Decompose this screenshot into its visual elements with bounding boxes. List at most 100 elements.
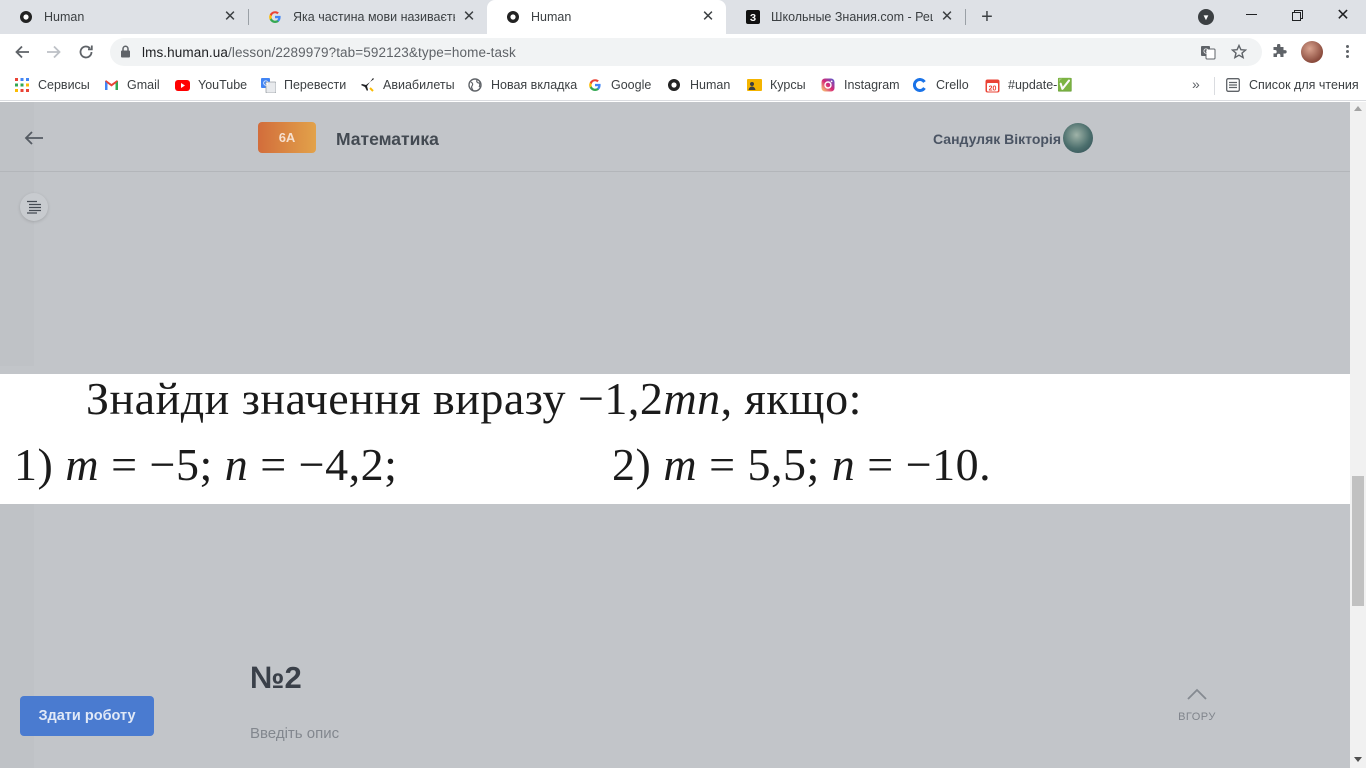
scroll-to-top-button[interactable]: ВГОРУ xyxy=(1172,687,1222,723)
google-icon xyxy=(267,9,283,25)
reading-list-button[interactable]: Список для чтения xyxy=(1225,76,1359,94)
reading-list-icon xyxy=(1225,77,1241,93)
class-badge: 6А xyxy=(258,122,316,153)
avatar[interactable] xyxy=(1063,123,1093,153)
bookmarks-bar: Сервисы Gmail YouTube G Перевести Авиаби… xyxy=(0,70,1366,101)
arrow-left-icon[interactable] xyxy=(24,130,44,151)
browser-toolbar: lms.human.ua/lesson/2289979?tab=592123&t… xyxy=(0,34,1366,70)
calendar-icon: 20 xyxy=(984,77,1000,93)
bookmark-gmail[interactable]: Gmail xyxy=(103,76,160,94)
scrollbar-thumb[interactable] xyxy=(1352,476,1364,606)
submit-work-button[interactable]: Здати роботу xyxy=(20,696,154,736)
bookmark-label: Google xyxy=(611,78,652,92)
bookmark-translate[interactable]: G Перевести xyxy=(260,76,346,94)
tab-human-1[interactable]: Human ✕ xyxy=(0,0,248,34)
close-icon[interactable]: ✕ xyxy=(461,9,477,25)
bookmark-label: Сервисы xyxy=(38,78,90,92)
globe-icon xyxy=(467,77,483,93)
human-icon xyxy=(666,77,682,93)
bookmark-label: Human xyxy=(690,78,731,92)
problem-image-overlay: Знайди значення виразу −1,2mn, якщо: 1) … xyxy=(0,366,1350,504)
bookmark-label: #update-✅ xyxy=(1008,77,1073,92)
tab-human-active[interactable]: Human ✕ xyxy=(487,0,726,34)
profile-avatar[interactable] xyxy=(1301,41,1323,63)
bookmark-crello[interactable]: Crello xyxy=(912,76,969,94)
task-description-placeholder[interactable]: Введіть опис xyxy=(250,725,339,742)
minimize-button[interactable] xyxy=(1228,0,1274,30)
subject-title: Математика xyxy=(336,129,439,149)
tab-google-search[interactable]: Яка частина мови називається ч ✕ xyxy=(249,0,487,34)
lock-icon[interactable] xyxy=(120,45,131,63)
extensions-puzzle-icon[interactable] xyxy=(1270,43,1288,61)
tab-znanija[interactable]: З Школьные Знания.com - Решае ✕ xyxy=(727,0,965,34)
bookmark-label: Перевести xyxy=(284,78,347,92)
znanija-icon: З xyxy=(745,9,761,25)
url-path: /lesson/2289979?tab=592123&type=home-tas… xyxy=(228,45,516,60)
youtube-icon xyxy=(174,77,190,93)
more-menu-icon[interactable] xyxy=(1338,43,1356,61)
google-icon xyxy=(587,77,603,93)
tab-title: Human xyxy=(531,10,572,24)
close-window-button[interactable]: ✕ xyxy=(1320,0,1366,30)
outline-toggle-button[interactable] xyxy=(20,193,48,221)
bookmark-label: Новая вкладка xyxy=(491,78,578,92)
bookmark-services[interactable]: Сервисы xyxy=(14,76,90,94)
bookmark-courses[interactable]: Курсы xyxy=(746,76,806,94)
value-m: = 5,5; xyxy=(697,439,832,490)
close-icon[interactable]: ✕ xyxy=(222,9,238,25)
problem-text: , якщо: xyxy=(720,373,862,424)
new-tab-button[interactable]: + xyxy=(976,6,998,28)
translate-icon: G xyxy=(260,77,276,93)
courses-icon xyxy=(746,77,762,93)
gmail-icon xyxy=(103,77,119,93)
human-icon xyxy=(505,9,521,25)
close-icon[interactable]: ✕ xyxy=(700,9,716,25)
list-lines-icon xyxy=(27,200,41,214)
back-button[interactable] xyxy=(10,40,34,64)
close-icon[interactable]: ✕ xyxy=(939,9,955,25)
scroll-to-top-label: ВГОРУ xyxy=(1178,711,1216,723)
user-name[interactable]: Сандуляк Вікторія xyxy=(933,131,1061,147)
reload-icon xyxy=(79,45,93,59)
bookmark-new-tab[interactable]: Новая вкладка xyxy=(467,76,577,94)
variable-m: m xyxy=(663,439,698,490)
bookmark-google[interactable]: Google xyxy=(587,76,651,94)
variable-n: n xyxy=(831,439,856,490)
problem-statement: Знайди значення виразу −1,2mn, якщо: xyxy=(86,372,862,425)
problem-text: Знайди значення виразу −1,2 xyxy=(86,373,664,424)
star-bookmark-icon[interactable] xyxy=(1231,44,1247,60)
bookmark-human[interactable]: Human xyxy=(666,76,730,94)
bookmarks-overflow-icon[interactable]: » xyxy=(1192,76,1200,92)
bookmark-label: Instagram xyxy=(844,78,900,92)
lesson-header: 6А Математика Сандуляк Вікторія xyxy=(0,102,1350,172)
value-m: = −5; xyxy=(99,439,225,490)
svg-text:20: 20 xyxy=(988,85,996,92)
part-number: 1) xyxy=(14,439,66,490)
value-n: = −10. xyxy=(855,439,992,490)
bookmark-youtube[interactable]: YouTube xyxy=(174,76,247,94)
svg-text:G: G xyxy=(263,80,268,87)
bookmark-instagram[interactable]: Instagram xyxy=(820,76,900,94)
reading-list-label: Список для чтения xyxy=(1249,78,1359,92)
scroll-up-arrow-icon[interactable] xyxy=(1354,106,1362,111)
reload-button[interactable] xyxy=(74,40,98,64)
chevron-up-icon xyxy=(1187,688,1207,700)
bookmark-label: Курсы xyxy=(770,78,806,92)
problem-variable: mn xyxy=(663,373,721,424)
tab-title: Human xyxy=(44,10,85,24)
task-number: №2 xyxy=(250,660,302,695)
crello-icon xyxy=(912,77,928,93)
tab-search-icon[interactable]: ▼ xyxy=(1198,9,1214,25)
translate-icon[interactable]: G xyxy=(1200,44,1216,60)
bookmark-aviabilety[interactable]: Авиабилеты xyxy=(359,76,455,94)
variable-m: m xyxy=(65,439,100,490)
page-scrollbar[interactable] xyxy=(1350,102,1366,768)
apps-grid-icon xyxy=(14,77,30,93)
bookmark-label: Gmail xyxy=(127,78,160,92)
restore-button[interactable] xyxy=(1274,0,1320,30)
bookmark-update[interactable]: 20 #update-✅ xyxy=(984,76,1073,94)
forward-button[interactable] xyxy=(42,40,66,64)
address-bar[interactable]: lms.human.ua/lesson/2289979?tab=592123&t… xyxy=(110,38,1262,66)
human-icon xyxy=(18,9,34,25)
scroll-down-arrow-icon[interactable] xyxy=(1354,757,1362,762)
